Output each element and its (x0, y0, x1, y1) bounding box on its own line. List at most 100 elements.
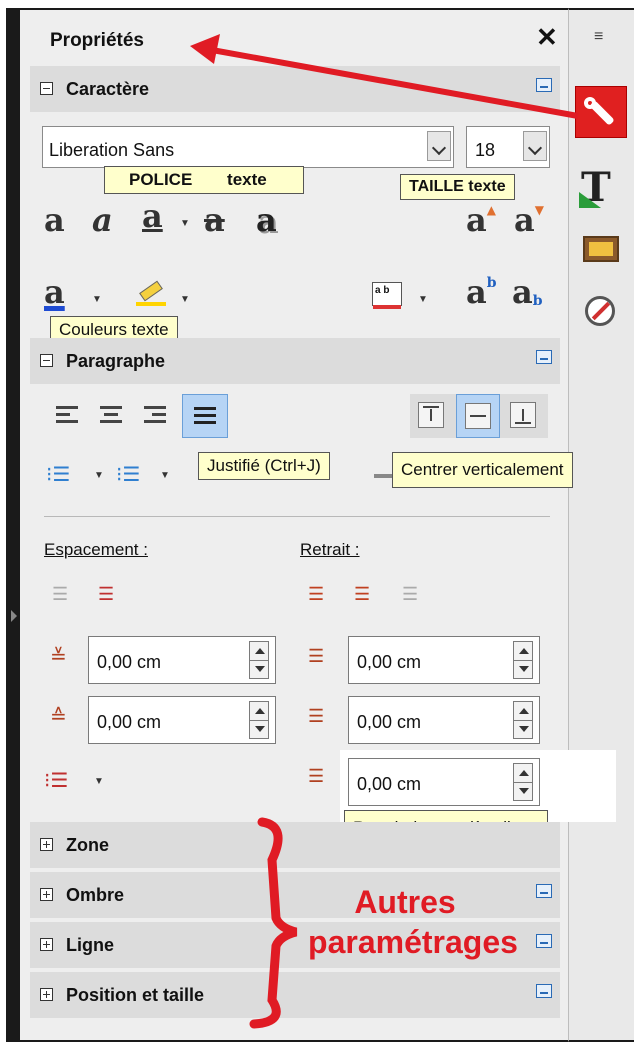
spin-buttons[interactable] (513, 701, 533, 739)
more-options-icon[interactable] (536, 984, 552, 998)
spacing-dropdown-icon[interactable]: ▼ (418, 294, 428, 305)
align-left-icon[interactable] (56, 406, 78, 424)
numbering-icon[interactable]: ⁝☰ (116, 462, 140, 487)
chevron-down-icon[interactable] (427, 131, 451, 161)
section-paragraphe-header[interactable]: Paragraphe (30, 338, 560, 384)
close-icon[interactable]: ✕ (536, 22, 558, 53)
more-options-icon[interactable] (536, 350, 552, 364)
space-above-field[interactable]: 0,00 cm (88, 636, 276, 684)
font-color-dropdown-icon[interactable]: ▼ (92, 294, 102, 305)
section-paragraphe-label: Paragraphe (66, 351, 166, 371)
chevron-down-icon[interactable] (523, 131, 547, 161)
justify-button[interactable] (182, 394, 228, 438)
space-above-value: 0,00 cm (97, 652, 162, 672)
navigator-icon[interactable] (575, 288, 627, 340)
font-name-value: Liberation Sans (49, 140, 175, 160)
expand-icon[interactable] (40, 888, 53, 901)
section-caractere-header[interactable]: Caractère (30, 66, 560, 112)
superscript-icon[interactable]: ab (466, 276, 497, 308)
font-size-combo[interactable]: 18 (466, 126, 550, 168)
align-top-icon[interactable] (418, 402, 444, 428)
expand-icon[interactable] (40, 838, 53, 851)
section-position-label: Position et taille (66, 985, 205, 1005)
bullets-icon[interactable]: ⁝☰ (46, 462, 70, 487)
align-center-icon[interactable] (100, 406, 122, 424)
spin-buttons[interactable] (249, 701, 269, 739)
more-options-icon[interactable] (536, 78, 552, 92)
section-ligne-label: Ligne (66, 935, 114, 955)
sidebar-window: Propriétés ✕ Caractère Liberation Sans 1… (0, 0, 634, 1048)
bullets-dropdown-icon[interactable]: ▼ (94, 470, 104, 481)
underline-icon[interactable]: a (142, 200, 163, 232)
spin-buttons[interactable] (513, 763, 533, 801)
retrait-label: Retrait : (300, 540, 360, 559)
tooltip-police: POLICE texte (104, 166, 304, 194)
more-options-icon[interactable] (536, 884, 552, 898)
gallery-icon[interactable] (575, 226, 627, 278)
sidebar-menu-icon[interactable]: ≡ (594, 28, 603, 46)
expand-icon[interactable] (40, 938, 53, 951)
align-bottom-icon[interactable] (510, 402, 536, 428)
highlight-dropdown-icon[interactable]: ▼ (180, 294, 190, 305)
font-size-value: 18 (475, 140, 496, 160)
indent-after-icon: ☰ (308, 706, 325, 726)
subscript-icon[interactable]: ab (512, 276, 543, 308)
underline-dropdown-icon[interactable]: ▼ (180, 218, 190, 229)
italic-icon[interactable]: a (92, 204, 113, 236)
section-zone-label: Zone (66, 835, 109, 855)
first-line-field[interactable]: 0,00 cm (348, 758, 540, 806)
spin-buttons[interactable] (513, 641, 533, 679)
annotation-autres: Autres (354, 884, 456, 920)
highlight-color-icon[interactable] (136, 280, 166, 306)
space-above-icon: ≚ (50, 646, 67, 668)
expand-icon[interactable] (40, 988, 53, 1001)
collapse-icon[interactable] (40, 354, 53, 367)
increase-spacing-icon[interactable]: ☰ (98, 584, 114, 605)
hanging-indent-icon[interactable]: ☰ (402, 584, 418, 605)
space-below-icon: ≙ (50, 706, 67, 728)
more-options-icon[interactable] (536, 934, 552, 948)
bold-icon[interactable]: a (44, 204, 65, 236)
decrease-indent-icon[interactable]: ☰ (354, 584, 370, 605)
center-vertically-icon (465, 403, 491, 429)
indent-after-value: 0,00 cm (357, 712, 422, 732)
indent-after-field[interactable]: 0,00 cm (348, 696, 540, 744)
shadow-icon[interactable]: a (256, 204, 277, 236)
separator (44, 516, 550, 517)
numbering-dropdown-icon[interactable]: ▼ (160, 470, 170, 481)
properties-icon[interactable] (575, 86, 627, 138)
space-below-field[interactable]: 0,00 cm (88, 696, 276, 744)
espacement-label: Espacement : (44, 540, 148, 559)
strikethrough-icon[interactable]: a (204, 204, 225, 236)
sidebar-splitter[interactable] (6, 8, 20, 1042)
indent-before-value: 0,00 cm (357, 652, 422, 672)
styles-icon[interactable]: T (575, 160, 627, 212)
shrink-font-icon[interactable]: a▼ (514, 204, 544, 236)
section-zone-header[interactable]: Zone (30, 822, 560, 868)
center-vertically-button[interactable] (456, 394, 500, 438)
grow-font-icon[interactable]: a▲ (466, 204, 496, 236)
line-spacing-icon[interactable]: ⁝☰ (44, 768, 68, 793)
decrease-spacing-icon[interactable]: ☰ (52, 584, 68, 605)
justify-icon (194, 407, 216, 425)
tooltip-police-text: POLICE (129, 170, 193, 189)
section-position-header[interactable]: Position et taille (30, 972, 560, 1018)
splitter-grip-icon[interactable] (11, 610, 17, 622)
section-ombre-label: Ombre (66, 885, 125, 905)
spin-buttons[interactable] (249, 641, 269, 679)
space-below-value: 0,00 cm (97, 712, 162, 732)
line-spacing-dropdown-icon[interactable]: ▼ (94, 776, 104, 787)
align-right-icon[interactable] (144, 406, 166, 424)
font-name-combo[interactable]: Liberation Sans (42, 126, 454, 168)
increase-indent-icon[interactable]: ☰ (308, 584, 324, 605)
character-spacing-icon[interactable]: a b (372, 282, 402, 309)
panel-title: Propriétés (50, 30, 144, 51)
collapse-icon[interactable] (40, 82, 53, 95)
tooltip-taille: TAILLE texte (400, 174, 515, 200)
indent-before-field[interactable]: 0,00 cm (348, 636, 540, 684)
annotation-parametrages: paramétrages (308, 924, 518, 960)
first-line-indent-icon: ☰ (308, 766, 325, 786)
indent-before-icon: ☰ (308, 646, 325, 666)
tooltip-justifie: Justifié (Ctrl+J) (198, 452, 330, 480)
font-color-icon[interactable]: a (44, 276, 65, 308)
